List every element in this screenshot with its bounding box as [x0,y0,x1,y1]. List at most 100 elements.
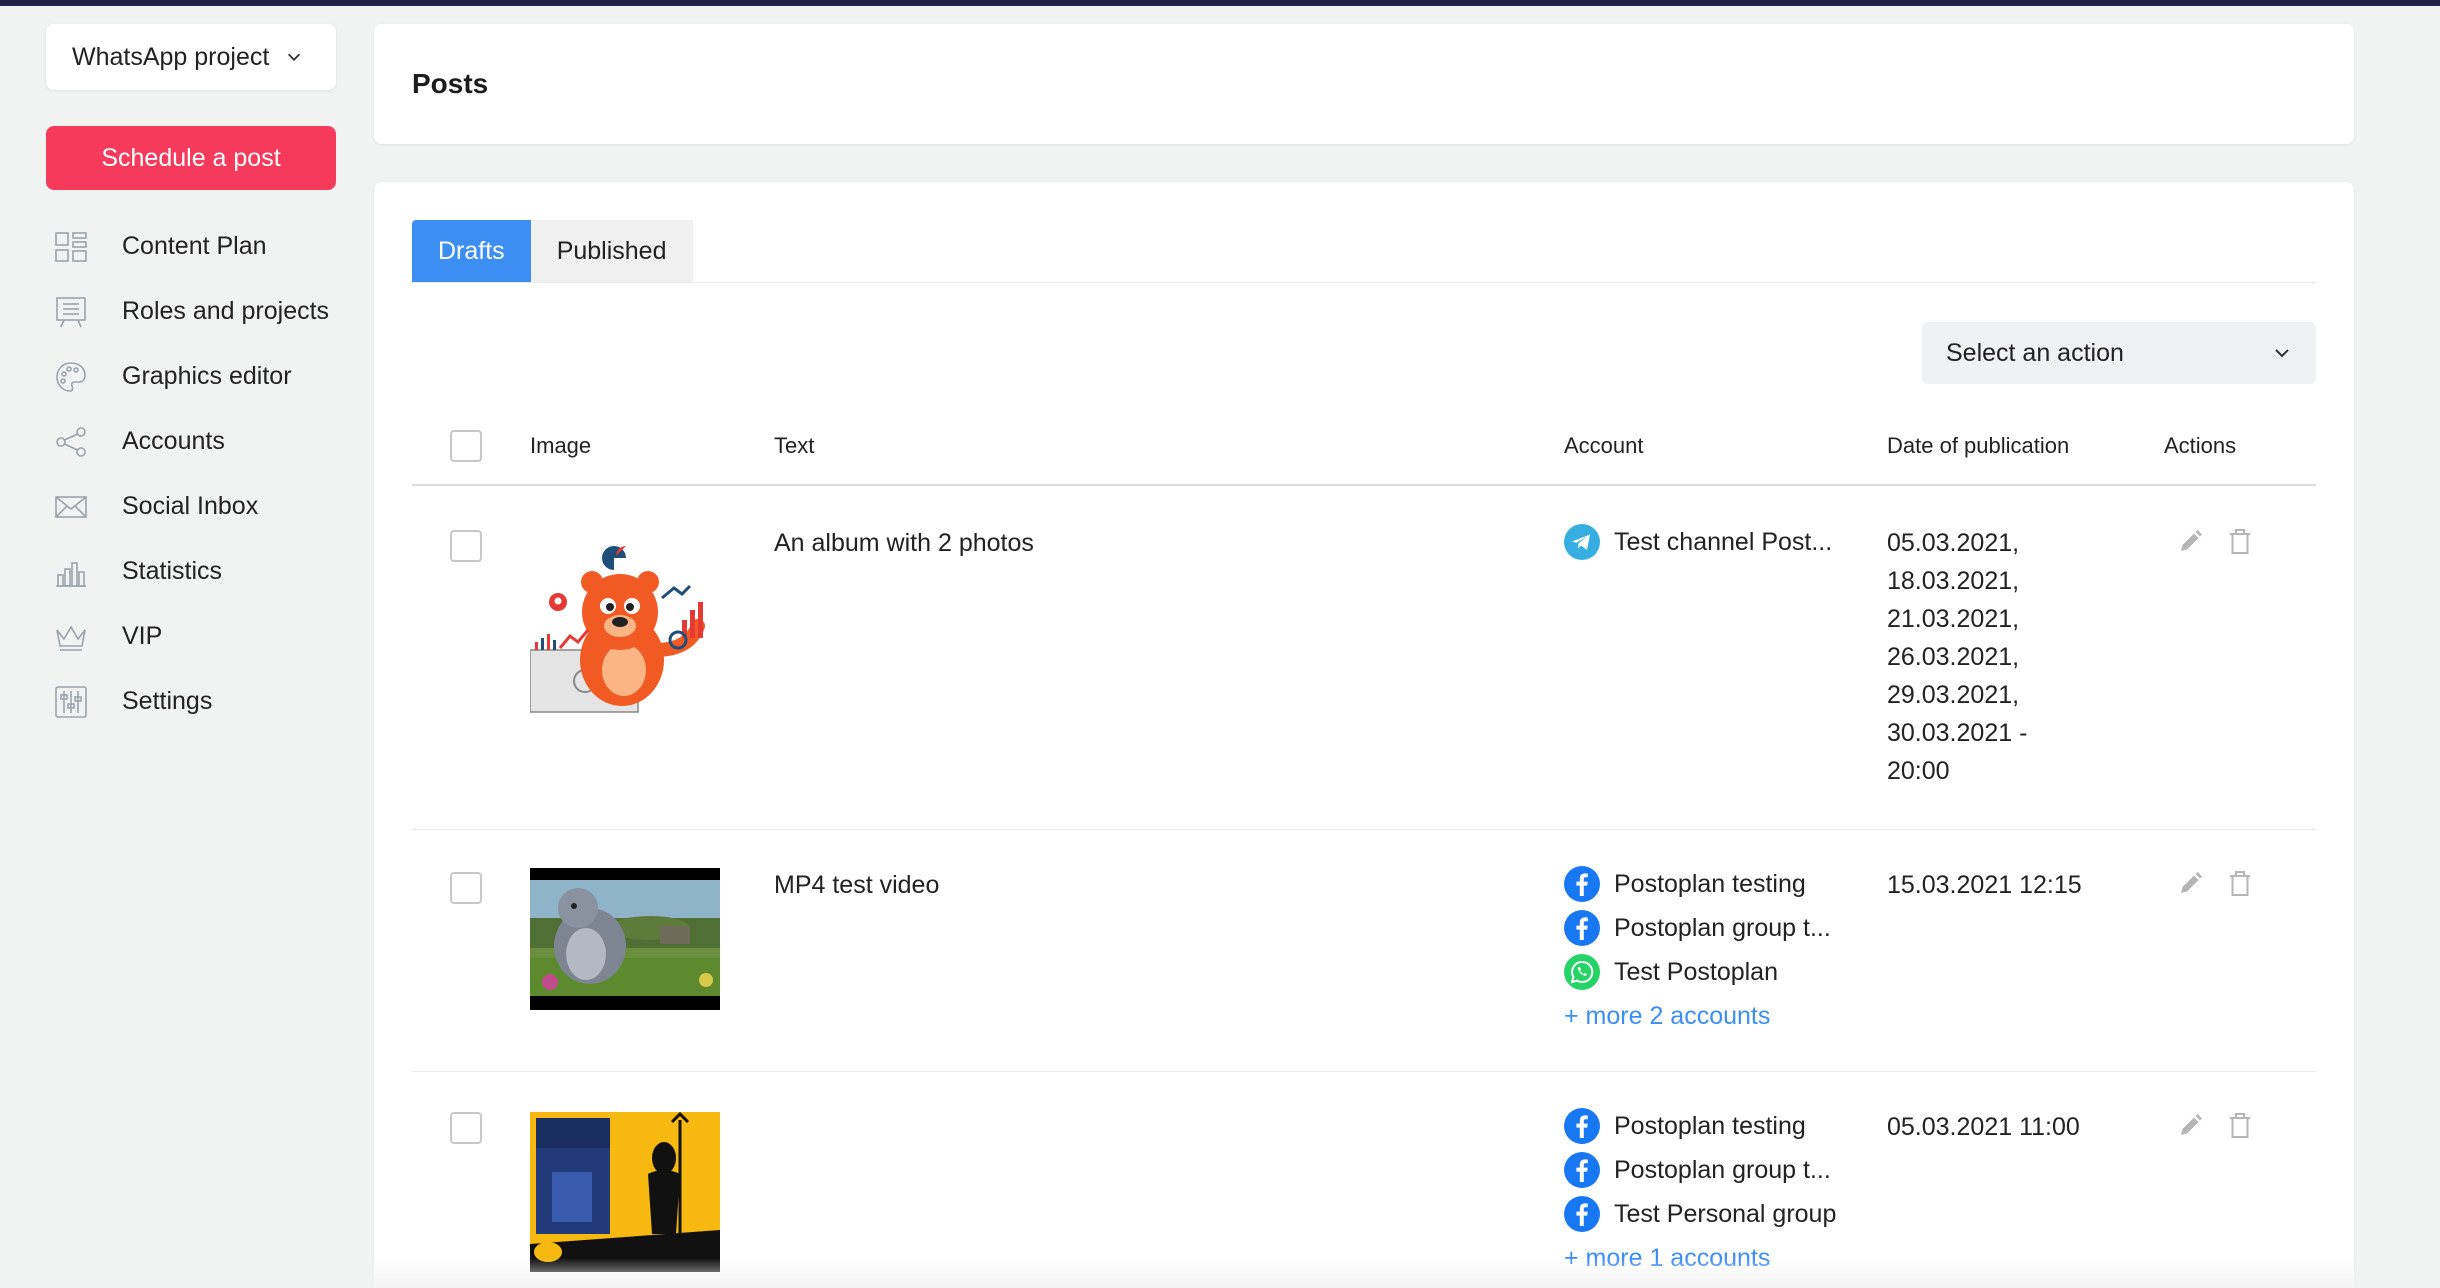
yellow-poster [530,1112,720,1272]
delete-icon[interactable] [2226,870,2254,898]
account-entry[interactable]: Test Postoplan [1564,950,1831,994]
column-header-image: Image [530,433,592,458]
date-line: 05.03.2021, [1887,529,2020,557]
account-name: Postoplan testing [1614,870,1806,898]
account-entry[interactable]: Postoplan testing [1564,862,1831,906]
edit-icon[interactable] [2176,870,2204,898]
telegram-icon [1564,524,1600,560]
account-entry[interactable]: Postoplan group t... [1564,906,1831,950]
date-line: 20:00 [1887,757,1950,785]
sidebar-item-settings[interactable]: Settings [46,669,336,734]
sidebar-item-vip[interactable]: VIP [46,604,336,669]
account-list: Postoplan testing Postoplan group t... T… [1564,862,1831,1038]
account-name: Test Postoplan [1614,958,1778,986]
date-line: 30.03.2021 - [1887,719,2028,747]
more-accounts-link[interactable]: + more 2 accounts [1564,994,1831,1038]
bulk-action-label: Select an action [1946,338,2124,367]
account-entry[interactable]: Postoplan group t... [1564,1148,1836,1192]
publication-date: 05.03.2021 11:00 [1887,1108,2080,1146]
facebook-icon [1564,1152,1600,1188]
tab-published[interactable]: Published [530,220,693,282]
bear-mascot-illustration [530,530,720,720]
date-line: 05.03.2021 11:00 [1887,1113,2080,1141]
account-name: Test channel Post... [1614,528,1833,556]
tab-drafts[interactable]: Drafts [412,220,531,282]
account-list: Postoplan testing Postoplan group t... T… [1564,1104,1836,1280]
edit-icon[interactable] [2176,528,2204,556]
schedule-post-button[interactable]: Schedule a post [46,126,336,190]
column-header-actions: Actions [2164,433,2237,458]
date-line: 18.03.2021, [1887,567,2020,595]
account-list: Test channel Post... [1564,520,1832,564]
sidebar-item-label: Settings [122,687,213,715]
tabs-divider [412,282,2316,283]
delete-icon[interactable] [2226,1112,2254,1140]
post-image-poster[interactable] [530,1112,720,1272]
page-title: Posts [412,68,489,99]
column-header-account: Account [1564,433,1644,458]
project-selector[interactable]: WhatsApp project [46,24,336,90]
select-all-checkbox[interactable] [450,430,482,462]
account-name: Postoplan group t... [1614,1156,1831,1184]
sidebar-item-label: Content Plan [122,232,267,260]
bar-chart-icon [54,555,88,589]
table-row: Postoplan testing Postoplan group t... T… [412,1072,2316,1288]
delete-icon[interactable] [2226,528,2254,556]
sidebar-item-accounts[interactable]: Accounts [46,409,336,474]
facebook-icon [1564,1196,1600,1232]
sidebar-item-social-inbox[interactable]: Social Inbox [46,474,336,539]
crown-icon [54,620,88,654]
video-still-bear [530,868,720,1010]
share-icon [54,425,88,459]
account-entry[interactable]: Postoplan testing [1564,1104,1836,1148]
row-checkbox[interactable] [450,1112,482,1144]
facebook-icon [1564,866,1600,902]
sidebar-item-label: Statistics [122,557,223,585]
sidebar-item-label: Graphics editor [122,362,292,390]
column-header-text: Text [774,433,815,458]
sidebar-item-label: Accounts [122,427,225,455]
account-entry[interactable]: Test Personal group [1564,1192,1836,1236]
grid-icon [54,230,88,264]
whatsapp-icon [1564,954,1600,990]
facebook-icon [1564,910,1600,946]
table-row: An album with 2 photos Test channel Post… [412,488,2316,830]
account-name: Test Personal group [1614,1200,1837,1228]
sidebar-item-statistics[interactable]: Statistics [46,539,336,604]
sidebar-item-label: Roles and projects [122,297,330,325]
column-header-date: Date of publication [1887,433,2070,458]
chevron-down-icon [2275,349,2289,358]
posts-panel: Drafts Published Select an action Image … [374,182,2354,1288]
bottom-fade [0,1258,2440,1288]
page-header: Posts [374,24,2354,144]
sidebar-item-label: Social Inbox [122,492,259,520]
project-name: WhatsApp project [72,42,270,71]
tab-bar: Drafts Published [412,220,693,282]
publication-date: 15.03.2021 12:15 [1887,866,2082,904]
sidebar-item-graphics-editor[interactable]: Graphics editor [46,344,336,409]
select-all-cell [450,408,482,484]
sidebar-nav: Content Plan Roles and projects Graphics… [46,214,336,734]
row-checkbox[interactable] [450,530,482,562]
sidebar-item-label: VIP [122,622,163,650]
sidebar-item-roles-and-projects[interactable]: Roles and projects [46,279,336,344]
post-text: An album with 2 photos [774,529,1034,557]
row-actions [2176,1112,2254,1140]
post-image-bear[interactable] [530,530,720,720]
envelope-icon [54,490,88,524]
palette-icon [54,360,88,394]
top-accent-bar [0,0,2440,6]
row-checkbox[interactable] [450,872,482,904]
date-line: 26.03.2021, [1887,643,2020,671]
board-icon [54,295,88,329]
row-actions [2176,870,2254,898]
chevron-down-icon [288,53,301,61]
edit-icon[interactable] [2176,1112,2204,1140]
post-image-video[interactable] [530,868,720,1010]
sliders-icon [54,685,88,719]
post-text: MP4 test video [774,871,940,899]
bulk-action-select[interactable]: Select an action [1922,322,2316,384]
sidebar-item-content-plan[interactable]: Content Plan [46,214,336,279]
account-entry[interactable]: Test channel Post... [1564,520,1832,564]
date-line: 21.03.2021, [1887,605,2020,633]
